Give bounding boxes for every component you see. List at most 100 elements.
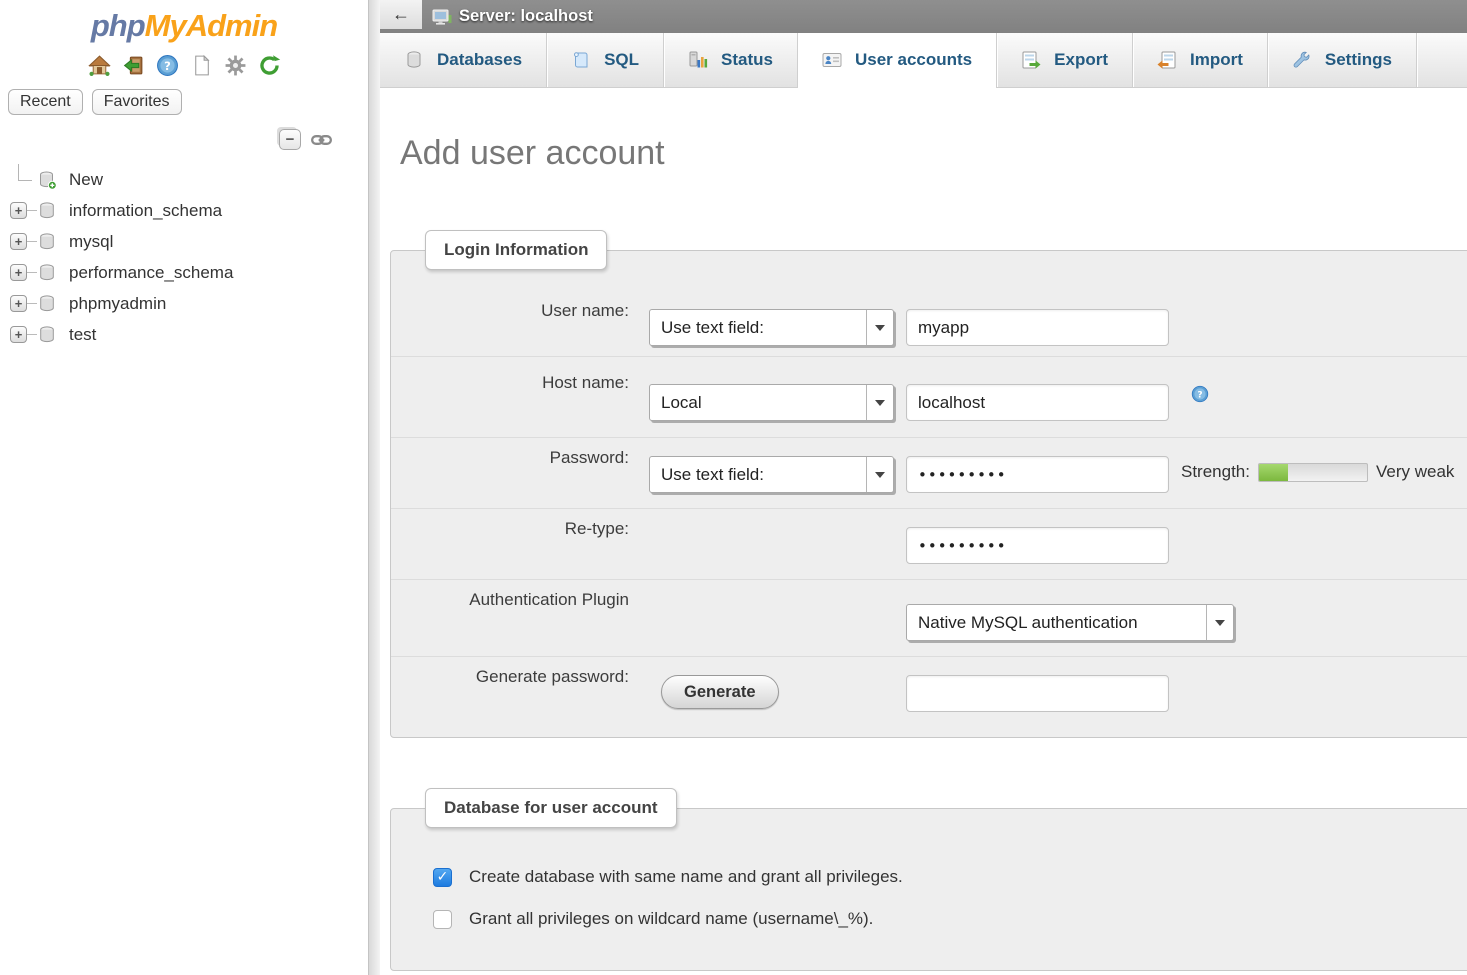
tab-import[interactable]: Import bbox=[1132, 33, 1267, 87]
auth-plugin-label: Authentication Plugin bbox=[431, 590, 629, 610]
password-row: Password: Use text field: Strength: Very… bbox=[391, 437, 1467, 508]
tree-item-label: phpmyadmin bbox=[69, 294, 166, 314]
tab-settings[interactable]: Settings bbox=[1267, 33, 1416, 87]
database-icon bbox=[37, 294, 57, 314]
help-icon[interactable]: ? bbox=[156, 54, 179, 77]
password-label: Password: bbox=[431, 448, 629, 468]
login-information-fieldset: Login Information User name: Use text fi… bbox=[390, 250, 1467, 738]
expand-icon[interactable] bbox=[10, 233, 27, 250]
retype-password-input[interactable] bbox=[906, 527, 1169, 564]
tree-connector bbox=[27, 272, 37, 273]
hostname-type-select[interactable]: Local bbox=[649, 384, 894, 421]
database-new-icon bbox=[37, 170, 57, 190]
tree-item-test[interactable]: test bbox=[0, 319, 368, 350]
username-label: User name: bbox=[431, 301, 629, 321]
link-icon[interactable] bbox=[311, 133, 332, 147]
generate-password-row: Generate password: Generate bbox=[391, 656, 1467, 739]
tree-item-label: information_schema bbox=[69, 201, 222, 221]
recent-button[interactable]: Recent bbox=[8, 89, 83, 115]
tab-label: Databases bbox=[437, 50, 522, 70]
tree-tools bbox=[0, 129, 332, 150]
create-database-option[interactable]: Create database with same name and grant… bbox=[433, 867, 903, 887]
favorites-button[interactable]: Favorites bbox=[92, 89, 182, 115]
database-for-user-fieldset: Database for user account Create databas… bbox=[390, 808, 1467, 971]
strength-value: Very weak bbox=[1376, 462, 1454, 482]
tab-user-accounts[interactable]: User accounts bbox=[797, 33, 996, 87]
database-for-user-legend: Database for user account bbox=[425, 788, 677, 828]
hostname-help-icon[interactable]: ? bbox=[1191, 385, 1209, 403]
database-icon bbox=[37, 263, 57, 283]
auth-plugin-select[interactable]: Native MySQL authentication bbox=[906, 604, 1234, 641]
tab-label: Export bbox=[1054, 50, 1108, 70]
auth-plugin-row: Authentication Plugin Native MySQL authe… bbox=[391, 579, 1467, 656]
tree-item-phpmyadmin[interactable]: phpmyadmin bbox=[0, 288, 368, 319]
tree-item-label: performance_schema bbox=[69, 263, 233, 283]
server-title[interactable]: Server: localhost bbox=[459, 7, 593, 26]
page-content: Add user account Login Information User … bbox=[380, 134, 1467, 971]
checkbox-label: Create database with same name and grant… bbox=[469, 867, 903, 887]
expand-icon[interactable] bbox=[10, 264, 27, 281]
refresh-icon[interactable] bbox=[258, 54, 281, 77]
home-icon[interactable] bbox=[88, 54, 111, 77]
retype-row: Re-type: bbox=[391, 508, 1467, 579]
password-strength-meter bbox=[1258, 463, 1368, 482]
generated-password-input[interactable] bbox=[906, 675, 1169, 712]
back-button[interactable]: ← bbox=[380, 0, 422, 29]
page-title: Add user account bbox=[400, 134, 1467, 173]
settings-gear-icon[interactable] bbox=[224, 54, 247, 77]
password-strength-fill bbox=[1259, 464, 1288, 481]
database-tree: New information_schema mysql performance… bbox=[0, 164, 368, 350]
sidebar-quick-access: Recent Favorites bbox=[8, 89, 368, 115]
import-icon bbox=[1157, 50, 1177, 70]
logout-icon[interactable] bbox=[122, 54, 145, 77]
tab-label: SQL bbox=[604, 50, 639, 70]
server-breadcrumb-bar: ← Server: localhost bbox=[380, 0, 1467, 33]
sidebar-toolbar: ? bbox=[0, 54, 368, 77]
generate-button[interactable]: Generate bbox=[661, 675, 779, 709]
tree-connector bbox=[10, 164, 37, 195]
tree-item-mysql[interactable]: mysql bbox=[0, 226, 368, 257]
hostname-label: Host name: bbox=[431, 373, 629, 393]
svg-text:?: ? bbox=[1197, 390, 1202, 400]
password-type-select[interactable]: Use text field: bbox=[649, 456, 894, 493]
expand-icon[interactable] bbox=[10, 202, 27, 219]
database-icon bbox=[37, 325, 57, 345]
expand-icon[interactable] bbox=[10, 295, 27, 312]
dropdown-arrow-icon bbox=[866, 457, 893, 492]
privilege-checkbox[interactable] bbox=[433, 868, 452, 887]
tab-databases[interactable]: Databases bbox=[380, 33, 546, 87]
privilege-checkbox[interactable] bbox=[433, 910, 452, 929]
grant-wildcard-option[interactable]: Grant all privileges on wildcard name (u… bbox=[433, 909, 873, 929]
tab-label: Status bbox=[721, 50, 773, 70]
hostname-row: Host name: Local ? bbox=[391, 356, 1467, 437]
tab-sql[interactable]: SQL bbox=[546, 33, 663, 87]
database-icon bbox=[37, 201, 57, 221]
tree-item-performance-schema[interactable]: performance_schema bbox=[0, 257, 368, 288]
username-input[interactable] bbox=[906, 309, 1169, 346]
password-input[interactable] bbox=[906, 456, 1169, 493]
tab-label: User accounts bbox=[855, 50, 972, 70]
logo-myadmin: MyAdmin bbox=[145, 8, 278, 43]
strength-label: Strength: bbox=[1181, 462, 1250, 482]
tree-item-information-schema[interactable]: information_schema bbox=[0, 195, 368, 226]
expand-icon[interactable] bbox=[10, 326, 27, 343]
select-value: Native MySQL authentication bbox=[907, 613, 1206, 633]
collapse-all-icon[interactable] bbox=[279, 129, 301, 150]
username-row: User name: Use text field: bbox=[391, 291, 1467, 356]
docs-icon[interactable] bbox=[190, 54, 213, 77]
user-accounts-icon bbox=[822, 50, 842, 70]
tab-export[interactable]: Export bbox=[996, 33, 1132, 87]
hostname-input[interactable] bbox=[906, 384, 1169, 421]
username-type-select[interactable]: Use text field: bbox=[649, 309, 894, 346]
select-value: Use text field: bbox=[650, 465, 866, 485]
tree-item-new[interactable]: New bbox=[0, 164, 368, 195]
server-icon bbox=[432, 7, 452, 27]
tree-connector bbox=[27, 303, 37, 304]
tab-status[interactable]: Status bbox=[663, 33, 797, 87]
main-panel: ← Server: localhost Databases SQL Status bbox=[380, 0, 1467, 975]
logo-php: php bbox=[91, 8, 145, 43]
select-value: Use text field: bbox=[650, 318, 866, 338]
tree-connector bbox=[27, 210, 37, 211]
sql-icon bbox=[571, 50, 591, 70]
panel-divider[interactable] bbox=[368, 0, 380, 975]
